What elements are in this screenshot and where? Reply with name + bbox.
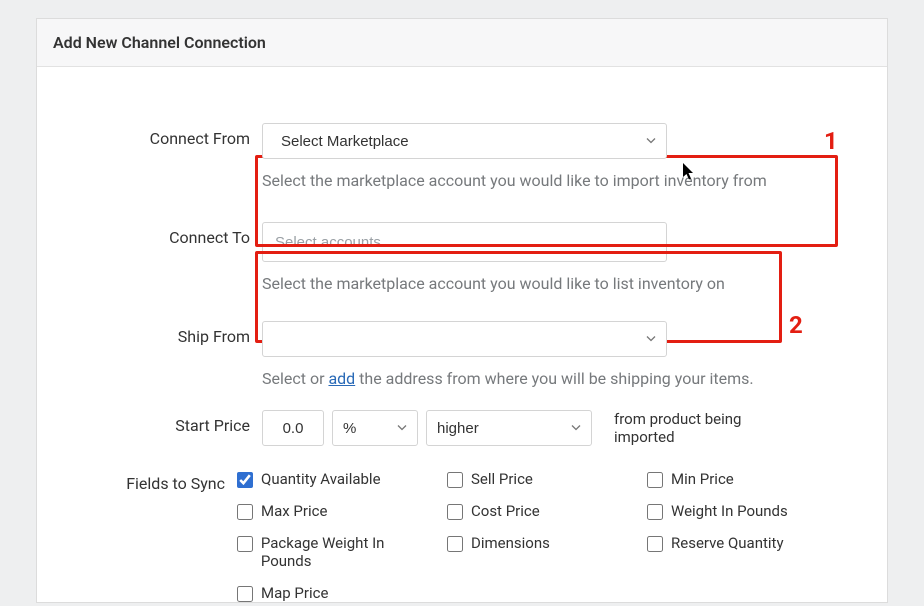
sync-min-price[interactable]: Min Price bbox=[647, 470, 837, 488]
sync-reserve-quantity[interactable]: Reserve Quantity bbox=[647, 534, 837, 570]
sync-sell-price[interactable]: Sell Price bbox=[447, 470, 637, 488]
connect-to-helper: Select the marketplace account you would… bbox=[262, 274, 837, 293]
connect-to-input[interactable] bbox=[262, 222, 667, 262]
sync-dimensions[interactable]: Dimensions bbox=[447, 534, 637, 570]
sync-reserve-quantity-checkbox[interactable] bbox=[647, 536, 663, 552]
sync-dimensions-checkbox[interactable] bbox=[447, 536, 463, 552]
sync-map-price-checkbox[interactable] bbox=[237, 586, 253, 602]
sync-package-weight-in-pounds[interactable]: Package Weight In Pounds bbox=[237, 534, 437, 570]
sync-map-price[interactable]: Map Price bbox=[237, 584, 437, 602]
sync-cost-price[interactable]: Cost Price bbox=[447, 502, 637, 520]
start-price-value[interactable] bbox=[262, 410, 324, 446]
sync-package-weight-in-pounds-checkbox[interactable] bbox=[237, 536, 253, 552]
ship-from-helper-prefix: Select or bbox=[262, 369, 328, 388]
ship-from-helper: Select or add the address from where you… bbox=[262, 369, 837, 388]
connect-from-select[interactable]: Select Marketplace bbox=[262, 123, 667, 159]
sync-quantity-available[interactable]: Quantity Available bbox=[237, 470, 437, 488]
sync-weight-in-pounds[interactable]: Weight In Pounds bbox=[647, 502, 837, 520]
ship-from-helper-suffix: the address from where you will be shipp… bbox=[355, 369, 753, 388]
sync-sell-price-checkbox[interactable] bbox=[447, 472, 463, 488]
sync-quantity-available-checkbox[interactable] bbox=[237, 472, 253, 488]
sync-weight-in-pounds-checkbox[interactable] bbox=[647, 504, 663, 520]
connect-from-label: Connect From bbox=[37, 123, 262, 148]
page-title: Add New Channel Connection bbox=[37, 19, 887, 67]
ship-from-label: Ship From bbox=[37, 321, 262, 346]
sync-cost-price-checkbox[interactable] bbox=[447, 504, 463, 520]
start-price-label: Start Price bbox=[37, 410, 262, 435]
connect-to-label: Connect To bbox=[37, 222, 262, 247]
fields-to-sync-grid: Quantity Available Sell Price Min Price … bbox=[237, 470, 837, 602]
ship-from-select[interactable] bbox=[262, 321, 667, 357]
start-price-unit-select[interactable]: % bbox=[332, 410, 418, 446]
start-price-direction-select[interactable]: higher bbox=[426, 410, 592, 446]
ship-from-add-link[interactable]: add bbox=[328, 369, 355, 388]
sync-min-price-checkbox[interactable] bbox=[647, 472, 663, 488]
add-channel-panel: Add New Channel Connection 1 2 Connect F… bbox=[36, 18, 888, 603]
sync-max-price[interactable]: Max Price bbox=[237, 502, 437, 520]
sync-max-price-checkbox[interactable] bbox=[237, 504, 253, 520]
fields-to-sync-label: Fields to Sync bbox=[37, 468, 237, 493]
panel-body: 1 2 Connect From Select Marketplace Sele… bbox=[37, 123, 887, 602]
connect-from-helper: Select the marketplace account you would… bbox=[262, 171, 837, 190]
start-price-side-text: from product being imported bbox=[614, 410, 784, 446]
